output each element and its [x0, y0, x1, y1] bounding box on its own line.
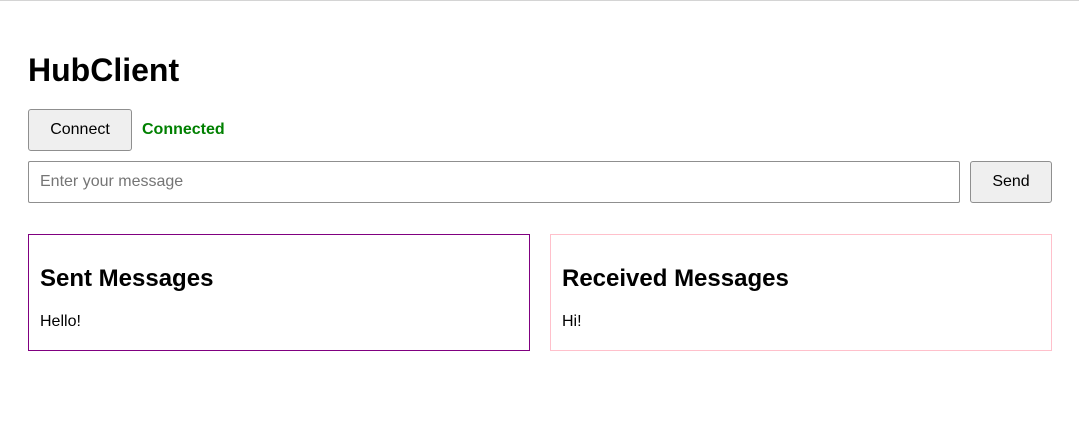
sent-message-item: Hello!	[40, 313, 81, 330]
connection-status: Connected	[142, 121, 225, 138]
connect-button[interactable]: Connect	[28, 109, 132, 151]
page-title: HubClient	[28, 52, 180, 88]
received-message-item: Hi!	[562, 313, 582, 330]
sent-messages-heading: Sent Messages	[40, 265, 214, 292]
sent-messages-panel: Sent Messages Hello!	[28, 234, 530, 351]
message-input[interactable]	[28, 161, 960, 203]
top-divider	[0, 0, 1079, 1]
received-messages-heading: Received Messages	[562, 265, 789, 292]
received-messages-panel: Received Messages Hi!	[550, 234, 1052, 351]
send-button[interactable]: Send	[970, 161, 1052, 203]
